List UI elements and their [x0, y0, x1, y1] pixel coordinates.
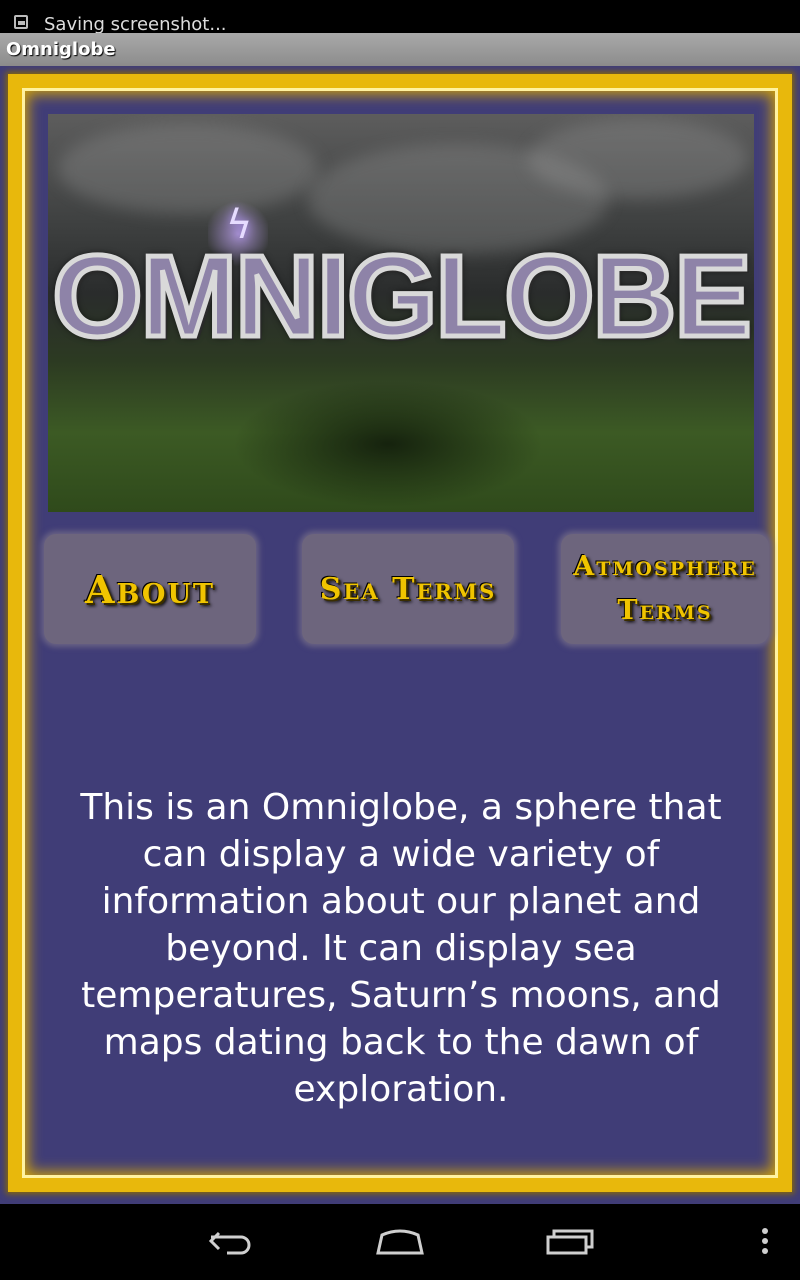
omniglobe-logo: OMNIGLOBE: [50, 231, 754, 361]
overflow-menu-icon: [762, 1228, 768, 1254]
about-button-label: About: [85, 566, 215, 612]
home-icon: [376, 1229, 424, 1255]
image-notification-icon: [14, 15, 28, 29]
recent-apps-button[interactable]: [540, 1222, 600, 1262]
omniglobe-banner-image: ϟ OMNIGLOBE: [48, 114, 754, 512]
sea-terms-button[interactable]: Sea Terms: [302, 534, 514, 644]
main-content: ϟ OMNIGLOBE About Sea Terms Atmosphere T…: [0, 66, 800, 1204]
status-bar: Saving screenshot...: [0, 0, 800, 35]
description-text: This is an Omniglobe, a sphere that can …: [80, 787, 722, 1110]
navigation-bar: [0, 1204, 800, 1280]
about-button[interactable]: About: [44, 534, 256, 644]
sea-terms-button-label: Sea Terms: [319, 571, 497, 607]
atmosphere-terms-button[interactable]: Atmosphere Terms: [561, 534, 769, 644]
app-title-bar: Omniglobe: [0, 33, 800, 66]
cloud: [528, 119, 748, 199]
back-icon: [208, 1231, 251, 1255]
atmosphere-terms-label-line1: Atmosphere: [573, 551, 757, 582]
app-title: Omniglobe: [6, 39, 116, 60]
atmosphere-terms-label-line2: Terms: [617, 595, 713, 626]
cloud: [58, 124, 318, 214]
home-button[interactable]: [370, 1222, 430, 1262]
overflow-menu-button[interactable]: [750, 1222, 780, 1262]
recent-apps-icon: [546, 1229, 594, 1255]
back-button[interactable]: [200, 1222, 260, 1262]
